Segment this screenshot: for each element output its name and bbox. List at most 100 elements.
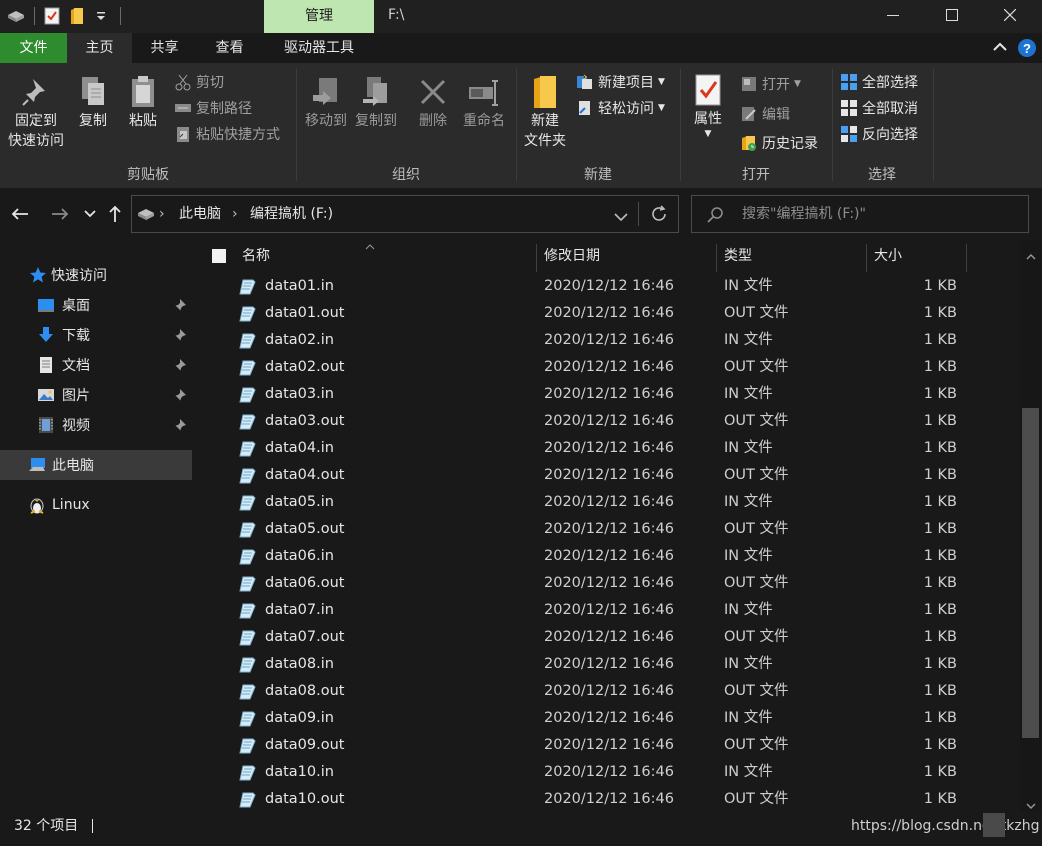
file-row[interactable]: data09.out 2020/12/12 16:46 OUT 文件 1 KB — [193, 732, 1020, 759]
paste-button[interactable]: 粘贴 — [122, 75, 164, 131]
select-all-checkbox[interactable] — [212, 249, 226, 263]
collapse-ribbon-button[interactable] — [992, 41, 1008, 57]
easy-access-button[interactable]: 轻松访问 ▼ — [576, 97, 665, 119]
copy-path-button[interactable]: 复制路径 — [174, 97, 252, 119]
file-row[interactable]: data05.in 2020/12/12 16:46 IN 文件 1 KB — [193, 489, 1020, 516]
file-row[interactable]: data10.in 2020/12/12 16:46 IN 文件 1 KB — [193, 759, 1020, 786]
recent-locations-button[interactable] — [79, 202, 101, 226]
column-header-date[interactable]: 修改日期 — [544, 240, 600, 273]
file-row[interactable]: data04.in 2020/12/12 16:46 IN 文件 1 KB — [193, 435, 1020, 462]
tab-file[interactable]: 文件 — [0, 33, 67, 63]
column-header-name[interactable]: 名称 — [242, 240, 270, 273]
file-row[interactable]: data02.in 2020/12/12 16:46 IN 文件 1 KB — [193, 327, 1020, 354]
copy-to-button[interactable]: 复制到 — [352, 75, 400, 131]
nav-documents[interactable]: 文档 — [0, 350, 192, 380]
breadcrumb-drive-f[interactable]: 编程搞机 (F:) — [250, 196, 333, 232]
tab-home[interactable]: 主页 — [67, 33, 132, 63]
nav-this-pc[interactable]: 此电脑 — [0, 450, 192, 480]
new-item-button[interactable]: 新建项目 ▼ — [576, 71, 665, 93]
open-button[interactable]: 打开 ▼ — [740, 73, 801, 95]
back-button[interactable] — [9, 202, 31, 226]
cut-button[interactable]: 剪切 — [174, 71, 224, 93]
nav-videos[interactable]: 视频 — [0, 410, 192, 440]
search-box[interactable]: 搜索"编程搞机 (F:)" — [691, 195, 1029, 233]
column-separator[interactable] — [866, 244, 867, 272]
maximize-button[interactable] — [929, 0, 975, 30]
drive-icon[interactable] — [6, 6, 26, 26]
breadcrumb-chevron-icon[interactable]: › — [232, 196, 238, 232]
chevron-up-icon — [1026, 254, 1036, 260]
file-date: 2020/12/12 16:46 — [544, 710, 674, 726]
file-row[interactable]: data03.out 2020/12/12 16:46 OUT 文件 1 KB — [193, 408, 1020, 435]
edit-button[interactable]: 编辑 — [740, 103, 790, 125]
tab-view[interactable]: 查看 — [197, 33, 262, 63]
new-folder-button[interactable]: 新建 文件夹 — [520, 75, 570, 151]
vertical-scrollbar[interactable] — [1020, 240, 1042, 811]
file-row[interactable]: data10.out 2020/12/12 16:46 OUT 文件 1 KB — [193, 786, 1020, 813]
nav-quick-access[interactable]: 快速访问 — [0, 260, 192, 290]
file-row[interactable]: data03.in 2020/12/12 16:46 IN 文件 1 KB — [193, 381, 1020, 408]
column-header-size[interactable]: 大小 — [874, 240, 902, 273]
nav-linux[interactable]: Linux — [0, 490, 192, 520]
file-name: data04.out — [265, 467, 345, 483]
details-view-toggle[interactable] — [983, 813, 1005, 837]
file-type: IN 文件 — [724, 764, 773, 780]
delete-button[interactable]: 删除 — [412, 75, 454, 131]
move-to-button[interactable]: 移动到 — [302, 75, 350, 131]
file-row[interactable]: data06.in 2020/12/12 16:46 IN 文件 1 KB — [193, 543, 1020, 570]
history-button[interactable]: 历史记录 — [740, 132, 818, 154]
file-row[interactable]: data08.in 2020/12/12 16:46 IN 文件 1 KB — [193, 651, 1020, 678]
file-row[interactable]: data08.out 2020/12/12 16:46 OUT 文件 1 KB — [193, 678, 1020, 705]
breadcrumb-chevron-icon[interactable]: › — [159, 196, 165, 232]
column-separator[interactable] — [536, 244, 537, 272]
close-button[interactable] — [987, 0, 1033, 30]
column-separator[interactable] — [966, 244, 967, 272]
file-row[interactable]: data07.out 2020/12/12 16:46 OUT 文件 1 KB — [193, 624, 1020, 651]
rename-button[interactable]: 重命名 — [458, 75, 510, 131]
minimize-button[interactable] — [870, 0, 916, 30]
file-date: 2020/12/12 16:46 — [544, 656, 674, 672]
file-row[interactable]: data09.in 2020/12/12 16:46 IN 文件 1 KB — [193, 705, 1020, 732]
up-button[interactable] — [104, 202, 126, 226]
file-name: data06.in — [265, 548, 334, 564]
nav-pictures[interactable]: 图片 — [0, 380, 192, 410]
select-all-button[interactable]: 全部选择 — [840, 71, 918, 93]
column-separator[interactable] — [716, 244, 717, 272]
file-row[interactable]: data01.out 2020/12/12 16:46 OUT 文件 1 KB — [193, 300, 1020, 327]
address-bar[interactable]: › 此电脑 › 编程搞机 (F:) — [131, 195, 679, 233]
help-button[interactable]: ? — [1017, 38, 1037, 62]
new-folder-quick-icon[interactable] — [70, 6, 84, 26]
forward-button[interactable] — [49, 202, 71, 226]
file-row[interactable]: data01.in 2020/12/12 16:46 IN 文件 1 KB — [193, 273, 1020, 300]
file-icon — [239, 468, 256, 484]
file-row[interactable]: data07.in 2020/12/12 16:46 IN 文件 1 KB — [193, 597, 1020, 624]
breadcrumb-this-pc[interactable]: 此电脑 — [179, 196, 221, 232]
paste-shortcut-button[interactable]: 粘贴快捷方式 — [174, 123, 280, 145]
file-row[interactable]: data06.out 2020/12/12 16:46 OUT 文件 1 KB — [193, 570, 1020, 597]
file-icon — [239, 684, 256, 700]
nav-desktop[interactable]: 桌面 — [0, 290, 192, 320]
tab-share[interactable]: 共享 — [132, 33, 197, 63]
invert-selection-button[interactable]: 反向选择 — [840, 123, 918, 145]
refresh-button[interactable] — [650, 205, 668, 227]
properties-quick-icon[interactable] — [44, 6, 60, 26]
customize-quick-access-icon[interactable] — [96, 6, 106, 26]
manage-contextual-tab[interactable]: 管理 — [264, 0, 374, 33]
copy-button[interactable]: 复制 — [72, 75, 114, 131]
address-history-dropdown[interactable] — [614, 210, 628, 226]
linux-penguin-icon — [30, 498, 44, 514]
nav-downloads[interactable]: 下载 — [0, 320, 192, 350]
pin-to-quick-access-button[interactable]: 固定到 快速访问 — [4, 75, 68, 151]
file-row[interactable]: data05.out 2020/12/12 16:46 OUT 文件 1 KB — [193, 516, 1020, 543]
tab-drive-tools[interactable]: 驱动器工具 — [264, 33, 374, 63]
select-none-button[interactable]: 全部取消 — [840, 97, 918, 119]
scissors-icon — [175, 74, 191, 91]
column-header-type[interactable]: 类型 — [724, 240, 752, 273]
chevron-up-icon — [993, 42, 1007, 51]
file-row[interactable]: data04.out 2020/12/12 16:46 OUT 文件 1 KB — [193, 462, 1020, 489]
address-toolbar: › 此电脑 › 编程搞机 (F:) 搜索"编程搞机 (F:)" — [0, 188, 1042, 240]
scroll-up-button[interactable] — [1026, 248, 1036, 264]
file-row[interactable]: data02.out 2020/12/12 16:46 OUT 文件 1 KB — [193, 354, 1020, 381]
properties-button[interactable]: 属性 ▼ — [686, 73, 730, 139]
scrollbar-thumb[interactable] — [1022, 408, 1039, 738]
